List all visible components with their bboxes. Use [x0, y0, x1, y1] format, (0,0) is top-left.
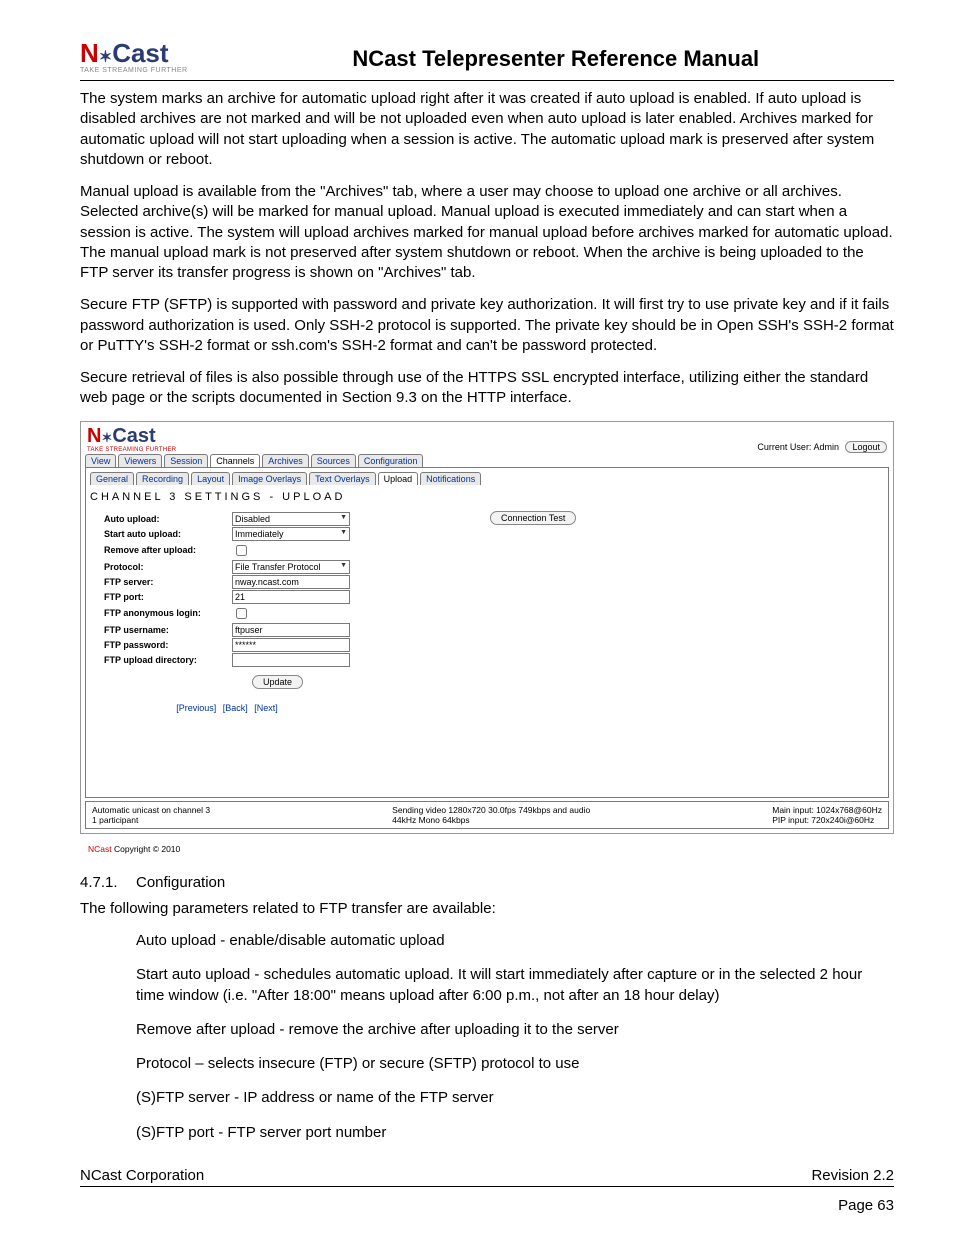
nav-links: [Previous] [Back] [Next] [104, 703, 350, 713]
item-4: Protocol – selects insecure (FTP) or sec… [136, 1054, 894, 1074]
tab-sources[interactable]: Sources [311, 454, 356, 467]
page-header: N✶Cast TAKE STREAMING FURTHER NCast Tele… [80, 40, 894, 81]
current-user: Current User: Admin Logout [757, 441, 887, 453]
input-ftp-pass[interactable] [232, 638, 350, 652]
embedded-screenshot: N✶Cast TAKE STREAMING FURTHER Current Us… [80, 421, 894, 834]
subtab-upload[interactable]: Upload [378, 472, 419, 485]
footer-left: NCast Corporation [80, 1167, 204, 1184]
select-protocol[interactable] [232, 560, 350, 574]
item-1: Auto upload - enable/disable automatic u… [136, 931, 894, 951]
select-start-auto[interactable] [232, 527, 350, 541]
input-ftp-dir[interactable] [232, 653, 350, 667]
section-heading: 4.7.1.Configuration [80, 874, 894, 891]
tab-session[interactable]: Session [164, 454, 208, 467]
input-ftp-port[interactable] [232, 590, 350, 604]
sub-tabs: General Recording Layout Image Overlays … [90, 472, 884, 485]
label-ftp-pass: FTP password: [104, 640, 224, 650]
status-mid: Sending video 1280x720 30.0fps 749kbps a… [392, 805, 590, 825]
subtab-notifications[interactable]: Notifications [420, 472, 481, 485]
label-ftp-user: FTP username: [104, 625, 224, 635]
input-ftp-server[interactable] [232, 575, 350, 589]
link-previous[interactable]: [Previous] [176, 703, 216, 713]
status-left: Automatic unicast on channel 3 1 partici… [92, 805, 210, 825]
label-protocol: Protocol: [104, 562, 224, 572]
connection-test-button[interactable]: Connection Test [490, 511, 576, 525]
label-start-auto: Start auto upload: [104, 529, 224, 539]
page-title: NCast Telepresenter Reference Manual [218, 46, 894, 72]
logout-button[interactable]: Logout [845, 441, 887, 453]
item-5: (S)FTP server - IP address or name of th… [136, 1088, 894, 1108]
subtab-text-overlays[interactable]: Text Overlays [309, 472, 376, 485]
panel-heading: CHANNEL 3 SETTINGS - UPLOAD [90, 491, 884, 503]
footer: NCast Corporation Revision 2.2 [80, 1167, 894, 1187]
page-number: Page 63 [80, 1197, 894, 1214]
label-remove-after: Remove after upload: [104, 545, 224, 555]
tab-archives[interactable]: Archives [262, 454, 309, 467]
body-para-3: Secure FTP (SFTP) is supported with pass… [80, 295, 894, 356]
item-6: (S)FTP port - FTP server port number [136, 1123, 894, 1143]
tab-viewers[interactable]: Viewers [118, 454, 162, 467]
body-para-1: The system marks an archive for automati… [80, 89, 894, 170]
logo-star: ✶ [99, 49, 112, 66]
select-auto-upload[interactable] [232, 512, 350, 526]
subtab-image-overlays[interactable]: Image Overlays [232, 472, 307, 485]
tab-channels[interactable]: Channels [210, 454, 260, 467]
footer-right: Revision 2.2 [811, 1167, 894, 1184]
body-para-2: Manual upload is available from the "Arc… [80, 182, 894, 283]
tab-configuration[interactable]: Configuration [358, 454, 424, 467]
input-ftp-user[interactable] [232, 623, 350, 637]
subtab-recording[interactable]: Recording [136, 472, 189, 485]
settings-panel: General Recording Layout Image Overlays … [85, 467, 889, 798]
item-2: Start auto upload - schedules automatic … [136, 965, 894, 1006]
link-next[interactable]: [Next] [254, 703, 278, 713]
form-column: Auto upload: Start auto upload: Remove a… [104, 511, 350, 713]
subtab-general[interactable]: General [90, 472, 134, 485]
label-ftp-anon: FTP anonymous login: [104, 608, 224, 618]
logo-subtitle: TAKE STREAMING FURTHER [80, 67, 188, 74]
section-intro: The following parameters related to FTP … [80, 899, 894, 919]
logo-n: N [80, 38, 99, 68]
update-button[interactable]: Update [252, 675, 303, 689]
form-right-column: Connection Test [490, 511, 576, 525]
tab-view[interactable]: View [85, 454, 116, 467]
label-auto-upload: Auto upload: [104, 514, 224, 524]
checkbox-remove-after[interactable] [236, 545, 247, 556]
status-bar: Automatic unicast on channel 3 1 partici… [85, 801, 889, 829]
checkbox-ftp-anon[interactable] [236, 608, 247, 619]
shot-logo: N✶Cast TAKE STREAMING FURTHER [87, 426, 176, 453]
label-ftp-server: FTP server: [104, 577, 224, 587]
body-para-4: Secure retrieval of files is also possib… [80, 368, 894, 409]
link-back[interactable]: [Back] [223, 703, 248, 713]
shot-copyright: NCast Copyright © 2010 [80, 844, 894, 854]
status-right: Main input: 1024x768@60Hz PIP input: 720… [772, 805, 882, 825]
item-3: Remove after upload - remove the archive… [136, 1020, 894, 1040]
logo-ast: Cast [112, 38, 168, 68]
section-items: Auto upload - enable/disable automatic u… [136, 931, 894, 1143]
label-ftp-dir: FTP upload directory: [104, 655, 224, 665]
logo: N✶Cast TAKE STREAMING FURTHER [80, 40, 188, 74]
main-tabs: View Viewers Session Channels Archives S… [81, 454, 893, 467]
subtab-layout[interactable]: Layout [191, 472, 230, 485]
label-ftp-port: FTP port: [104, 592, 224, 602]
